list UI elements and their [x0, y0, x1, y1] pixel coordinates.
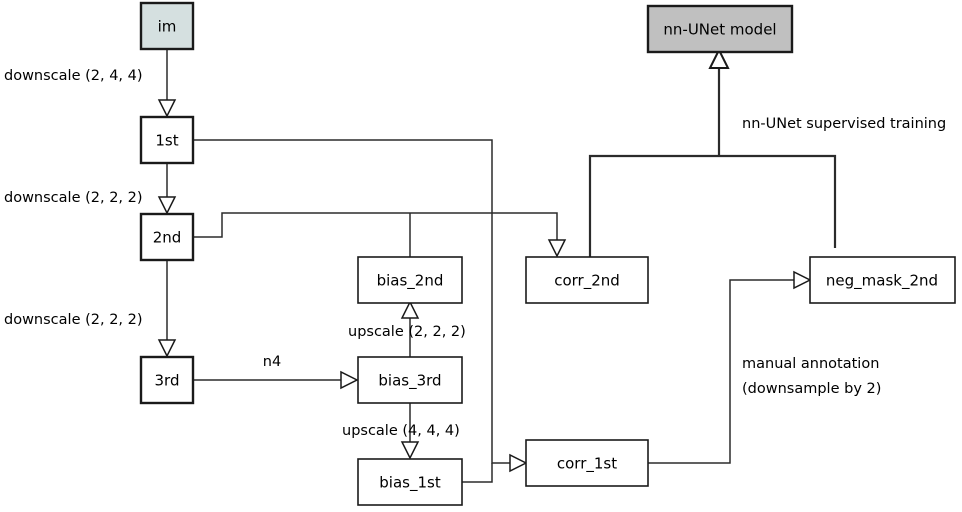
edge-line-bias_1st-to-corr_1st [462, 463, 493, 483]
edge-1st-to-2nd [157, 163, 177, 215]
node-label-nn-unet-model: nn-UNet model [663, 21, 776, 39]
edge-im-to-1st [157, 49, 177, 118]
edge-label-upscale-222: upscale (2, 2, 2) [348, 324, 466, 340]
node-nn-unet-model[interactable]: nn-UNet model [646, 4, 794, 54]
node-3rd[interactable]: 3rd [139, 355, 195, 405]
node-label-im: im [158, 18, 177, 36]
edge-corr_2nd-to-nn_unet [708, 47, 730, 156]
node-label-corr_2nd: corr_2nd [554, 272, 620, 291]
edge-2nd-to-corr_2nd [193, 212, 567, 258]
node-2nd[interactable]: 2nd [139, 212, 195, 262]
node-corr_1st[interactable]: corr_1st [525, 439, 649, 487]
node-label-3rd: 3rd [155, 372, 180, 390]
edge-bias_1st-to-corr_1st [462, 463, 493, 483]
node-bias_2nd[interactable]: bias_2nd [357, 256, 463, 304]
edge-2nd-to-3rd [157, 260, 177, 358]
node-1st[interactable]: 1st [139, 115, 195, 165]
node-label-bias_1st: bias_1st [379, 474, 441, 493]
diagram-canvas: im 1st 2nd 3rd bias_2nd bias_3rd bias_1s… [0, 0, 962, 512]
node-bias_3rd[interactable]: bias_3rd [357, 356, 463, 404]
flowchart-svg: im 1st 2nd 3rd bias_2nd bias_3rd bias_1s… [4, 1, 956, 506]
arrowhead-2nd-to-corr_2nd [547, 239, 567, 258]
arrowhead-corr_1st-to-neg_mask [793, 270, 812, 290]
edge-label-supervised-training: nn-UNet supervised training [742, 116, 946, 132]
edge-label-upscale-444: upscale (4, 4, 4) [342, 423, 460, 439]
node-label-corr_1st: corr_1st [557, 455, 617, 474]
edge-line-corr_2nd-bus [588, 154, 837, 257]
node-label-bias_2nd: bias_2nd [377, 272, 444, 291]
arrowhead-1st-to-corr_1st [509, 453, 528, 473]
node-neg_mask_2nd[interactable]: neg_mask_2nd [809, 256, 956, 304]
node-label-1st: 1st [155, 132, 178, 150]
edge-label-downscale-244: downscale (2, 4, 4) [4, 68, 143, 84]
edge-label-manual-annotation-line2: (downsample by 2) [742, 381, 881, 397]
node-label-neg_mask_2nd: neg_mask_2nd [826, 272, 938, 291]
arrowhead-1st-to-2nd [157, 196, 177, 215]
node-label-bias_3rd: bias_3rd [378, 372, 441, 391]
edge-line-1st-to-corr_1st [193, 139, 512, 464]
edge-1st-to-corr_1st [193, 139, 528, 473]
arrowhead-2nd-to-3rd [157, 339, 177, 358]
edge-corr_2nd-to-neg_mask_2nd [588, 154, 837, 257]
edge-label-downscale-222-b: downscale (2, 2, 2) [4, 312, 143, 328]
arrowhead-bias_3rd-to-bias_1st [400, 441, 420, 460]
edge-label-n4: n4 [263, 354, 281, 370]
arrowhead-3rd-to-bias_3rd [340, 370, 359, 390]
node-corr_2nd[interactable]: corr_2nd [525, 256, 649, 304]
edge-3rd-to-bias_3rd [193, 370, 359, 390]
arrowhead-bias_3rd-to-bias_2nd [400, 300, 420, 319]
arrowhead-im-to-1st [157, 99, 177, 118]
edge-label-downscale-222-a: downscale (2, 2, 2) [4, 190, 143, 206]
node-bias_1st[interactable]: bias_1st [357, 458, 463, 506]
node-im[interactable]: im [139, 1, 195, 51]
edge-line-2nd-to-corr_2nd [193, 212, 558, 248]
edge-label-manual-annotation-line1: manual annotation [742, 356, 879, 372]
node-label-2nd: 2nd [153, 229, 182, 247]
